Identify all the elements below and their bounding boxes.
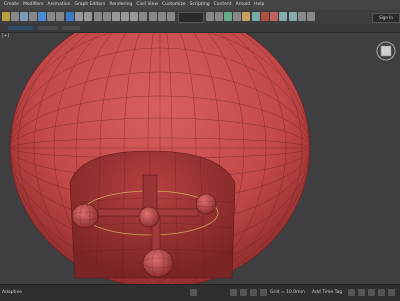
redo-icon[interactable] — [11, 12, 19, 21]
move-icon[interactable] — [66, 12, 74, 21]
main-toolbar: Sign In — [0, 10, 400, 25]
snap-icon[interactable] — [112, 12, 120, 21]
undo-icon[interactable] — [2, 12, 10, 21]
y-coordinate-field[interactable] — [250, 289, 257, 296]
environment-icon[interactable] — [279, 12, 287, 21]
render-cloud-icon[interactable] — [298, 12, 306, 21]
menu-bar: Create Modifiers Animation Graph Editors… — [0, 0, 400, 10]
link-icon[interactable] — [20, 12, 28, 21]
viewcube-icon — [376, 41, 396, 61]
render-icon[interactable] — [261, 12, 269, 21]
select-by-name-icon[interactable] — [47, 12, 55, 21]
layer-icon[interactable] — [206, 12, 214, 21]
status-bar: Adaptive Grid = 10.0mm Add Time Tag — [0, 284, 400, 301]
align-icon[interactable] — [167, 12, 175, 21]
bulb-left — [71, 203, 99, 229]
add-time-tag[interactable]: Add Time Tag — [312, 290, 342, 295]
rotate-icon[interactable] — [75, 12, 83, 21]
ribbon-tab[interactable] — [62, 26, 80, 30]
ribbon-tab-active[interactable] — [8, 26, 34, 30]
menu-item-help[interactable]: Help — [254, 0, 264, 10]
sign-in-button[interactable]: Sign In — [372, 13, 400, 23]
select-object-icon[interactable] — [38, 12, 46, 21]
grid-size-text: Grid = 10.0mm — [270, 290, 305, 295]
menu-item-customize[interactable]: Customize — [162, 0, 186, 10]
menu-item-rendering[interactable]: Rendering — [109, 0, 132, 10]
pivot-icon[interactable] — [103, 12, 111, 21]
render-setup-icon[interactable] — [252, 12, 260, 21]
lock-selection-icon[interactable] — [190, 289, 197, 296]
named-selection-icon[interactable] — [149, 12, 157, 21]
z-coordinate-field[interactable] — [260, 289, 267, 296]
viewport-scene — [9, 33, 396, 284]
material-editor-icon[interactable] — [242, 12, 250, 21]
absolute-mode-icon[interactable] — [230, 289, 237, 296]
render-frame-icon[interactable] — [270, 12, 278, 21]
zoom-icon[interactable] — [368, 289, 375, 296]
toggle-ribbon-icon[interactable] — [215, 12, 223, 21]
pan-icon[interactable] — [378, 289, 385, 296]
menu-item-arnold[interactable]: Arnold — [236, 0, 251, 10]
spinner-snap-icon[interactable] — [139, 12, 147, 21]
scale-icon[interactable] — [84, 12, 92, 21]
percent-snap-icon[interactable] — [130, 12, 138, 21]
menu-item-scripting[interactable]: Scripting — [190, 0, 210, 10]
angle-snap-icon[interactable] — [121, 12, 129, 21]
play-icon[interactable] — [348, 289, 355, 296]
status-left-text: Adaptive — [2, 290, 22, 295]
schematic-view-icon[interactable] — [233, 12, 241, 21]
unlink-icon[interactable] — [29, 12, 37, 21]
menu-item-content[interactable]: Content — [214, 0, 232, 10]
menu-item-civil-view[interactable]: Civil View — [136, 0, 158, 10]
x-coordinate-field[interactable] — [240, 289, 247, 296]
curve-editor-icon[interactable] — [224, 12, 232, 21]
mirror-icon[interactable] — [158, 12, 166, 21]
orbit-icon[interactable] — [388, 289, 395, 296]
menu-item-modifiers[interactable]: Modifiers — [23, 0, 44, 10]
bulb-front — [142, 248, 174, 278]
active-shade-icon[interactable] — [289, 12, 297, 21]
bulb-right — [195, 193, 217, 215]
menu-item-animation[interactable]: Animation — [48, 0, 71, 10]
select-region-icon[interactable] — [56, 12, 64, 21]
selection-set-dropdown[interactable] — [178, 12, 204, 23]
a360-icon[interactable] — [307, 12, 315, 21]
ribbon-bar — [0, 24, 400, 33]
perspective-viewport[interactable]: [+] — [0, 33, 400, 284]
fixture-hub — [138, 206, 160, 228]
key-mode-icon[interactable] — [358, 289, 365, 296]
menu-item-create[interactable]: Create — [4, 0, 19, 10]
ribbon-tab[interactable] — [38, 26, 58, 30]
menu-item-graph-editors[interactable]: Graph Editors — [74, 0, 105, 10]
reference-coordinate-icon[interactable] — [94, 12, 102, 21]
